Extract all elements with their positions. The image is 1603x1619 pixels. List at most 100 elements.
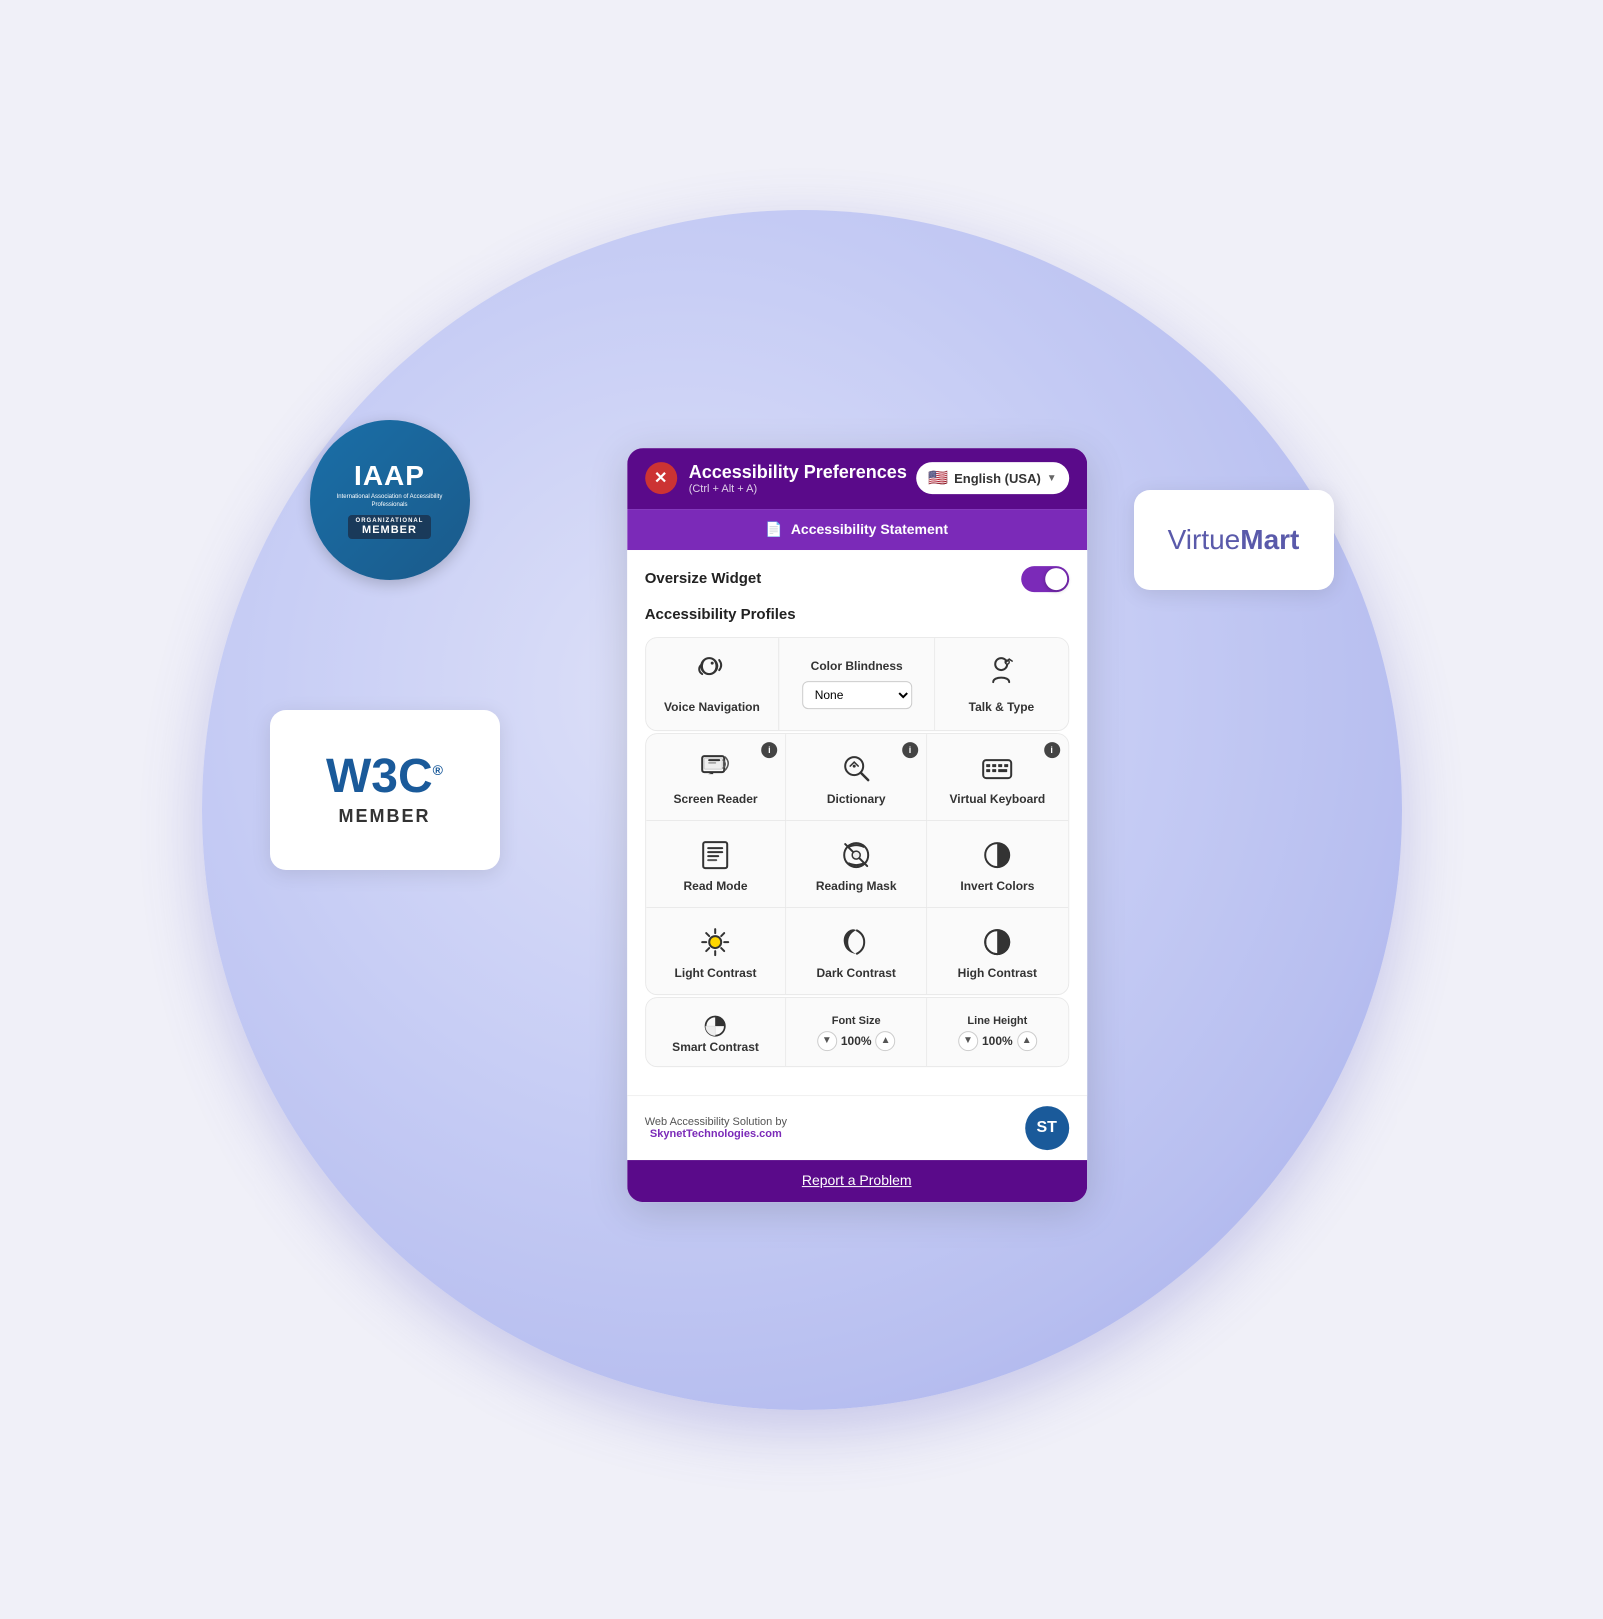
screen-reader-icon: [700, 752, 732, 784]
features-grid: i Screen Reader i: [645, 733, 1069, 995]
report-link[interactable]: Report a Problem: [802, 1172, 912, 1188]
top-features-row: Voice Navigation Color Blindness None Pr…: [645, 637, 1069, 731]
font-size-increase-btn[interactable]: ▲: [876, 1031, 896, 1051]
header-title: Accessibility Preferences (Ctrl + Alt + …: [689, 462, 907, 495]
color-blindness-cell: Color Blindness None Protanopia Deuteran…: [778, 638, 935, 730]
close-button[interactable]: ✕: [645, 462, 677, 494]
iaap-subtitle: International Association of Accessibili…: [310, 494, 470, 510]
footer-text: Web Accessibility Solution by SkynetTech…: [645, 1116, 787, 1140]
flag-icon: 🇺🇸: [928, 468, 948, 488]
talk-type-icon: [985, 654, 1017, 694]
dark-contrast-label: Dark Contrast: [817, 966, 896, 980]
light-contrast-cell[interactable]: Light Contrast: [646, 908, 787, 994]
w3c-member-text: MEMBER: [339, 806, 431, 827]
font-size-label: Font Size: [832, 1015, 881, 1027]
widget-header: ✕ Accessibility Preferences (Ctrl + Alt …: [627, 448, 1087, 509]
toggle-knob: [1045, 568, 1067, 590]
footer-link[interactable]: SkynetTechnologies.com: [650, 1128, 782, 1140]
accessibility-widget-panel: ✕ Accessibility Preferences (Ctrl + Alt …: [627, 448, 1087, 1202]
screen-reader-info-badge: i: [761, 742, 777, 758]
font-size-decrease-btn[interactable]: ▼: [817, 1031, 837, 1051]
widget-body: Oversize Widget Accessibility Profiles: [627, 550, 1087, 1095]
header-title-main: Accessibility Preferences: [689, 462, 907, 483]
line-height-stepper: ▼ 100% ▲: [958, 1031, 1037, 1051]
read-mode-icon: [700, 839, 732, 871]
font-size-stepper: ▼ 100% ▲: [817, 1031, 896, 1051]
light-contrast-label: Light Contrast: [675, 966, 757, 980]
screen-reader-cell[interactable]: i Screen Reader: [646, 734, 787, 821]
virtual-keyboard-label: Virtual Keyboard: [949, 792, 1045, 806]
footer-description: Web Accessibility Solution by: [645, 1116, 787, 1128]
reading-mask-icon: [840, 839, 872, 871]
virtual-keyboard-cell[interactable]: i Virtual Keyboard: [927, 734, 1068, 821]
oversize-label: Oversize Widget: [645, 570, 762, 587]
dictionary-cell[interactable]: i Dictionary: [786, 734, 927, 821]
voice-navigation-label: Voice Navigation: [664, 700, 760, 714]
outer-circle: IAAP International Association of Access…: [202, 210, 1402, 1410]
smart-contrast-icon: [702, 1012, 730, 1040]
statement-icon: 📄: [765, 521, 782, 538]
talk-type-label: Talk & Type: [969, 700, 1035, 714]
iaap-title: IAAP: [354, 460, 425, 492]
w3c-text: W3C: [326, 750, 433, 803]
reading-mask-label: Reading Mask: [816, 879, 897, 893]
header-left: ✕ Accessibility Preferences (Ctrl + Alt …: [645, 462, 907, 495]
chevron-down-icon: ▼: [1047, 473, 1057, 484]
virtual-keyboard-info-badge: i: [1044, 742, 1060, 758]
w3c-logo: W3C®: [326, 753, 443, 801]
dictionary-icon: [840, 752, 872, 784]
screen-reader-label: Screen Reader: [673, 792, 757, 806]
virtuemart-text: VirtueMart: [1168, 524, 1300, 556]
virtuemart-prefix: Virtue: [1168, 524, 1241, 555]
voice-navigation-cell[interactable]: Voice Navigation: [646, 638, 779, 730]
profiles-label: Accessibility Profiles: [645, 606, 1069, 623]
iaap-member-label: MEMBER: [356, 524, 424, 536]
widget-footer: Web Accessibility Solution by SkynetTech…: [627, 1095, 1087, 1160]
statement-label: Accessibility Statement: [791, 521, 948, 537]
line-height-decrease-btn[interactable]: ▼: [958, 1031, 978, 1051]
voice-navigation-icon: [696, 654, 728, 694]
font-size-value: 100%: [841, 1034, 872, 1048]
accessibility-statement-bar[interactable]: 📄 Accessibility Statement: [627, 509, 1087, 550]
smart-contrast-cell[interactable]: Smart Contrast: [646, 998, 787, 1066]
line-height-label: Line Height: [967, 1015, 1027, 1027]
read-mode-label: Read Mode: [684, 879, 748, 893]
virtual-keyboard-icon: [981, 752, 1013, 784]
virtuemart-suffix: Mart: [1240, 524, 1299, 555]
lang-label: English (USA): [954, 471, 1041, 486]
dark-contrast-icon: [840, 926, 872, 958]
color-blindness-label: Color Blindness: [811, 659, 903, 673]
talk-type-cell[interactable]: Talk & Type: [935, 638, 1067, 730]
w3c-trademark: ®: [433, 762, 443, 778]
high-contrast-label: High Contrast: [958, 966, 1037, 980]
dictionary-info-badge: i: [902, 742, 918, 758]
language-selector[interactable]: 🇺🇸 English (USA) ▼: [916, 462, 1068, 494]
invert-colors-icon: [981, 839, 1013, 871]
dark-contrast-cell[interactable]: Dark Contrast: [786, 908, 927, 994]
smart-contrast-label: Smart Contrast: [672, 1040, 759, 1054]
line-height-cell[interactable]: Line Height ▼ 100% ▲: [927, 998, 1068, 1066]
report-bar[interactable]: Report a Problem: [627, 1160, 1087, 1202]
dictionary-label: Dictionary: [827, 792, 886, 806]
invert-colors-cell[interactable]: Invert Colors: [927, 821, 1068, 908]
invert-colors-label: Invert Colors: [960, 879, 1034, 893]
line-height-increase-btn[interactable]: ▲: [1017, 1031, 1037, 1051]
read-mode-cell[interactable]: Read Mode: [646, 821, 787, 908]
header-title-sub: (Ctrl + Alt + A): [689, 483, 907, 495]
bottom-controls-row: Smart Contrast Font Size ▼ 100% ▲ Line H…: [645, 997, 1069, 1067]
line-height-value: 100%: [982, 1034, 1013, 1048]
light-contrast-icon: [700, 926, 732, 958]
font-size-cell[interactable]: Font Size ▼ 100% ▲: [786, 998, 927, 1066]
oversize-toggle[interactable]: [1021, 566, 1069, 592]
w3c-badge: W3C® MEMBER: [270, 710, 500, 870]
virtuemart-card: VirtueMart: [1134, 490, 1334, 590]
footer-logo-text: ST: [1036, 1119, 1056, 1137]
oversize-widget-row: Oversize Widget: [645, 566, 1069, 592]
color-blindness-select[interactable]: None Protanopia Deuteranopia Tritanopia: [802, 681, 912, 709]
high-contrast-icon: [981, 926, 1013, 958]
skynet-logo: ST: [1025, 1106, 1069, 1150]
reading-mask-cell[interactable]: Reading Mask: [786, 821, 927, 908]
iaap-badge: IAAP International Association of Access…: [310, 420, 470, 580]
high-contrast-cell[interactable]: High Contrast: [927, 908, 1068, 994]
iaap-org: ORGANIZATIONAL MEMBER: [348, 515, 432, 539]
